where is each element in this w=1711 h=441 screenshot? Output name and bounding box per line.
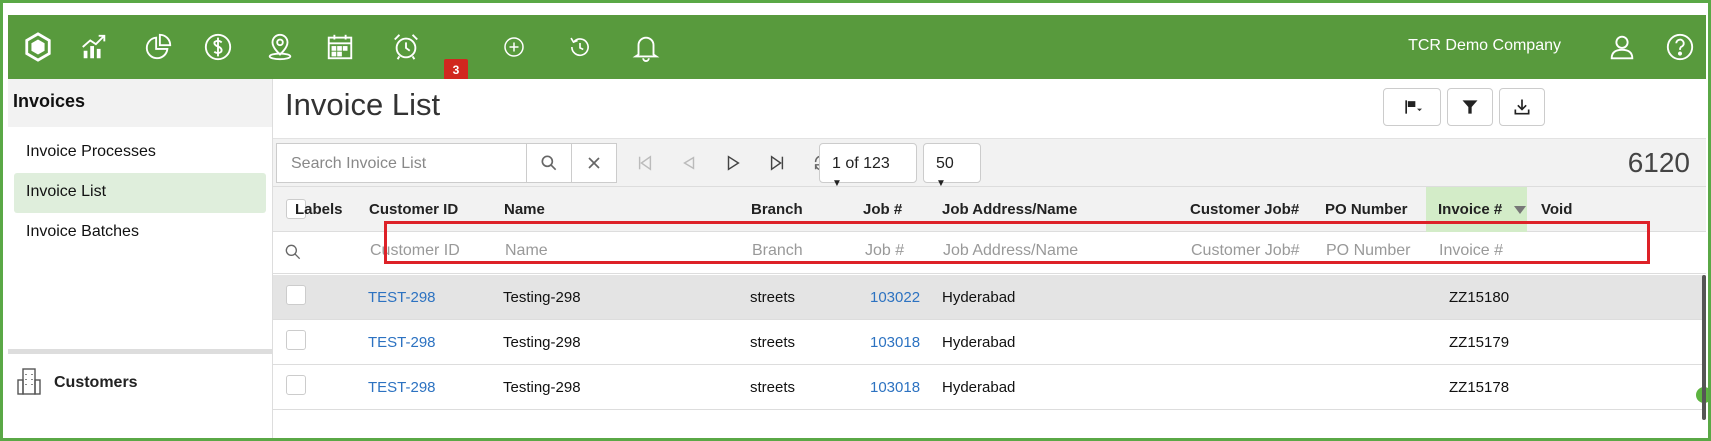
filter-highlight-box [384,221,1650,264]
top-nav-bar: 3 TCR Demo Company [8,15,1706,81]
table-row[interactable]: TEST-298 Testing-298 streets 103018 Hyde… [273,320,1706,365]
flag-icon [1405,100,1422,114]
prev-page-icon [683,156,695,170]
last-page-button[interactable] [765,151,789,175]
row-branch: streets [750,289,796,306]
page-selector-value: 1 of 123 [832,155,890,172]
map-pin-icon[interactable] [262,29,298,65]
row-checkbox[interactable] [286,285,306,305]
first-page-icon [638,155,652,171]
row-job[interactable]: 103018 [870,379,920,396]
row-checkbox[interactable] [286,330,306,350]
page-title: Invoice List [285,87,441,122]
prev-page-button[interactable] [677,151,701,175]
plus-circle-icon[interactable] [496,29,532,65]
page-selector[interactable]: 1 of 123 ▼ [819,143,917,189]
row-job[interactable]: 103018 [870,334,920,351]
dollar-icon[interactable] [200,29,236,65]
sidebar-divider [8,349,273,354]
filter-button[interactable] [1447,88,1493,126]
table-row[interactable]: TEST-298 Testing-298 streets 103018 Hyde… [273,365,1706,410]
alarm-count-badge: 3 [444,59,468,81]
history-icon[interactable] [562,29,598,65]
calendar-icon[interactable] [322,29,358,65]
bell-icon[interactable] [628,29,664,65]
row-invoice: ZZ15178 [1449,379,1510,396]
next-page-icon [727,155,740,171]
download-icon [1514,99,1530,115]
table-row[interactable]: TEST-298 Testing-298 streets 103022 Hyde… [273,275,1706,320]
row-job-address: Hyderabad [942,289,1016,306]
sidebar-item-invoice-processes[interactable]: Invoice Processes [14,133,266,173]
sidebar-item-customers[interactable]: Customers [8,358,273,408]
building-icon [16,366,42,401]
company-name[interactable]: TCR Demo Company [1408,37,1561,55]
row-customer-id[interactable]: TEST-298 [368,289,436,306]
row-job-address: Hyderabad [942,334,1016,351]
row-customer-id[interactable]: TEST-298 [368,379,436,396]
chart-up-icon[interactable] [76,29,112,65]
app-frame: 3 TCR Demo Company Invoices Invoice Proc… [0,0,1711,441]
row-job-address: Hyderabad [942,379,1016,396]
row-checkbox[interactable] [286,375,306,395]
sort-desc-icon [1514,206,1527,215]
first-page-button[interactable] [633,151,657,175]
total-count: 6120 [1627,147,1690,178]
row-job[interactable]: 103022 [870,289,920,306]
row-invoice: ZZ15180 [1449,289,1510,306]
logo-hexagon-icon[interactable] [20,29,56,65]
clear-search-button[interactable] [571,143,617,183]
sidebar-customers-label: Customers [54,374,138,391]
row-branch: streets [750,334,796,351]
close-icon [588,157,600,169]
search-input[interactable]: Search Invoice List [276,143,526,183]
user-icon[interactable] [1604,29,1640,65]
vertical-scrollbar[interactable] [1702,275,1706,420]
row-invoice: ZZ15179 [1449,334,1510,351]
col-invoice-label: Invoice # [1438,201,1503,218]
page-size-value: 50 [936,155,954,172]
main-panel: Invoice List Search Invoice List 1 of 12… [273,79,1708,438]
row-name: Testing-298 [503,289,581,306]
download-button[interactable] [1499,88,1545,126]
row-branch: streets [750,379,796,396]
sidebar-header: Invoices [8,79,272,127]
filter-search-icon [285,244,301,260]
row-name: Testing-298 [503,379,581,396]
sidebar-item-invoice-batches[interactable]: Invoice Batches [14,213,266,253]
pie-chart-icon[interactable] [140,29,176,65]
sidebar-item-invoice-list[interactable]: Invoice List [14,173,266,213]
flag-dropdown-button[interactable] [1383,88,1441,126]
next-page-button[interactable] [721,151,745,175]
funnel-icon [1462,100,1478,114]
search-button[interactable] [526,143,572,183]
page-size-selector[interactable]: 50 ▼ [923,143,981,189]
last-page-icon [770,155,784,171]
list-toolbar: Search Invoice List 1 of 123 ▼ 50 ▼ 6120 [273,138,1706,189]
row-name: Testing-298 [503,334,581,351]
row-customer-id[interactable]: TEST-298 [368,334,436,351]
help-icon[interactable] [1662,29,1698,65]
alarm-clock-icon[interactable] [388,29,424,65]
sidebar: Invoices Invoice Processes Invoice List … [8,79,273,438]
col-labels[interactable]: Labels [295,187,343,233]
search-icon [541,155,557,171]
